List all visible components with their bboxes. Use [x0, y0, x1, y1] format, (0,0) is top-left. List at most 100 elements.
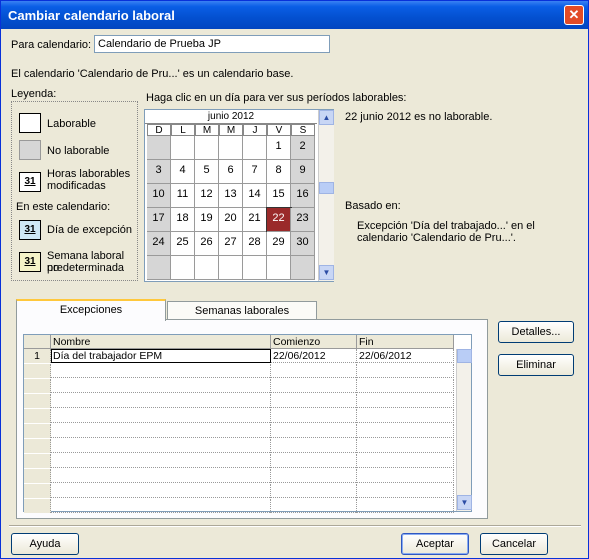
legend-en-este: En este calendario:	[16, 201, 111, 213]
calendar-day[interactable]: 2	[291, 136, 315, 160]
comienzo-cell[interactable]	[271, 469, 357, 483]
fin-cell[interactable]: 22/06/2012	[357, 349, 454, 363]
fin-cell[interactable]	[357, 484, 454, 498]
table-row[interactable]	[24, 379, 454, 393]
table-scroll-down-icon[interactable]: ▼	[457, 495, 472, 510]
comienzo-cell[interactable]: 22/06/2012	[271, 349, 357, 363]
calendar-day[interactable]: 11	[171, 184, 195, 208]
calendar-day[interactable]: 10	[147, 184, 171, 208]
calendar-select[interactable]: Calendario de Prueba JP	[94, 35, 330, 53]
aceptar-button[interactable]: Aceptar	[401, 533, 469, 555]
calendar-day[interactable]: 16	[291, 184, 315, 208]
calendar-day[interactable]: 14	[243, 184, 267, 208]
fin-cell[interactable]	[357, 379, 454, 393]
table-row[interactable]	[24, 439, 454, 453]
swatch-horas-modificadas: 31	[19, 172, 41, 192]
comienzo-cell[interactable]	[271, 499, 357, 513]
calendar-empty-cell	[147, 256, 171, 280]
comienzo-cell[interactable]	[271, 424, 357, 438]
table-row[interactable]	[24, 484, 454, 498]
nombre-cell[interactable]	[51, 439, 271, 453]
nombre-cell[interactable]	[51, 364, 271, 378]
fin-cell[interactable]	[357, 364, 454, 378]
table-row[interactable]	[24, 394, 454, 408]
nombre-cell[interactable]	[51, 409, 271, 423]
nombre-cell[interactable]	[51, 469, 271, 483]
fin-cell[interactable]	[357, 499, 454, 513]
fin-cell[interactable]	[357, 469, 454, 483]
cancelar-button[interactable]: Cancelar	[480, 533, 548, 555]
table-row[interactable]	[24, 454, 454, 468]
nombre-cell[interactable]	[51, 424, 271, 438]
comienzo-cell[interactable]	[271, 454, 357, 468]
calendar-day[interactable]: 4	[171, 160, 195, 184]
detalles-button[interactable]: Detalles...	[498, 321, 574, 343]
comienzo-cell[interactable]	[271, 364, 357, 378]
calendar-day[interactable]: 5	[195, 160, 219, 184]
calendar-day[interactable]: 8	[267, 160, 291, 184]
calendar-day[interactable]: 6	[219, 160, 243, 184]
calendar-day[interactable]: 9	[291, 160, 315, 184]
table-row[interactable]	[24, 499, 454, 513]
calendar-day[interactable]: 26	[195, 232, 219, 256]
calendar-day[interactable]: 19	[195, 208, 219, 232]
table-row[interactable]	[24, 409, 454, 423]
nombre-cell[interactable]	[51, 379, 271, 393]
calendar-day[interactable]: 18	[171, 208, 195, 232]
table-corner	[24, 335, 51, 349]
table-row[interactable]	[24, 424, 454, 438]
ayuda-button[interactable]: Ayuda	[11, 533, 79, 555]
calendar-day[interactable]: 7	[243, 160, 267, 184]
calendar-day[interactable]: 12	[195, 184, 219, 208]
fin-cell[interactable]	[357, 424, 454, 438]
fin-cell[interactable]	[357, 439, 454, 453]
comienzo-cell[interactable]	[271, 439, 357, 453]
calendar-day[interactable]: 3	[147, 160, 171, 184]
eliminar-button[interactable]: Eliminar	[498, 354, 574, 376]
close-button[interactable]: ✕	[564, 5, 584, 25]
calendar-scrollbar[interactable]: ▲ ▼	[318, 110, 334, 281]
calendar-day[interactable]: 1	[267, 136, 291, 160]
scroll-down-icon[interactable]: ▼	[319, 265, 334, 280]
scroll-up-icon[interactable]: ▲	[319, 110, 334, 125]
nombre-cell[interactable]	[51, 499, 271, 513]
scroll-thumb[interactable]	[319, 182, 334, 194]
comienzo-cell[interactable]	[271, 379, 357, 393]
table-row[interactable]	[24, 364, 454, 378]
tab-semanas-laborales[interactable]: Semanas laborales	[167, 301, 317, 321]
calendar-day[interactable]: 23	[291, 208, 315, 232]
exceptions-table: Nombre Comienzo Fin 1 Día del trabajador …	[23, 334, 472, 513]
calendar-day[interactable]: 17	[147, 208, 171, 232]
calendar-day[interactable]: 20	[219, 208, 243, 232]
nombre-cell[interactable]	[51, 484, 271, 498]
table-row[interactable]: 1 Día del trabajador EPM 22/06/2012 22/06/2…	[24, 349, 454, 363]
calendar-day[interactable]: 15	[267, 184, 291, 208]
calendar-day[interactable]: 21	[243, 208, 267, 232]
comienzo-cell[interactable]	[271, 394, 357, 408]
nombre-cell[interactable]: Día del trabajador EPM	[51, 349, 271, 363]
calendar-day[interactable]: 28	[243, 232, 267, 256]
fin-cell[interactable]	[357, 409, 454, 423]
calendar-day[interactable]: 29	[267, 232, 291, 256]
fin-cell[interactable]	[357, 394, 454, 408]
comienzo-cell[interactable]	[271, 484, 357, 498]
calendar-day[interactable]: 27	[219, 232, 243, 256]
comienzo-cell[interactable]	[271, 409, 357, 423]
calendar-empty-cell	[171, 256, 195, 280]
calendar-field-label: Para calendario:	[11, 39, 92, 51]
tab-excepciones[interactable]: Excepciones	[16, 299, 166, 321]
calendar-day[interactable]: 13	[219, 184, 243, 208]
table-scrollbar[interactable]: ▼	[456, 349, 472, 511]
calendar-day[interactable]: 22	[266, 207, 292, 233]
nombre-cell[interactable]	[51, 454, 271, 468]
calendar-day-header: V	[267, 124, 291, 136]
fin-cell[interactable]	[357, 454, 454, 468]
calendar-day[interactable]: 25	[171, 232, 195, 256]
calendar-day[interactable]: 24	[147, 232, 171, 256]
nombre-cell[interactable]	[51, 394, 271, 408]
table-row[interactable]	[24, 469, 454, 483]
legend-laborable: Laborable	[47, 118, 96, 130]
table-scroll-thumb[interactable]	[457, 349, 472, 363]
calendar-day[interactable]: 30	[291, 232, 315, 256]
legend-excepcion: Día de excepción	[47, 224, 132, 236]
